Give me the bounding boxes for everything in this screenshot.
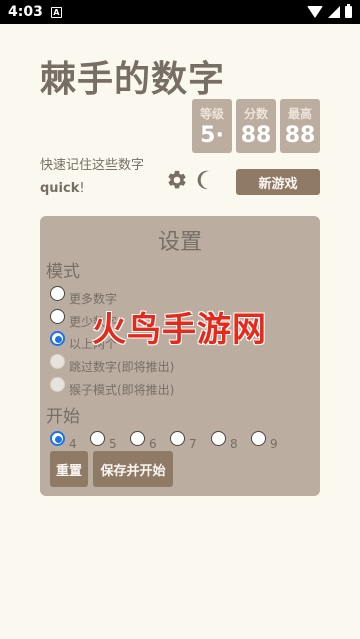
best-label: 最高 (287, 107, 312, 121)
notification-a-icon: A (50, 6, 62, 18)
settings-panel: 设置 模式 更多数字 更少数字 以上两个 跳过数字(即将推出) 猴子模式(即将推… (40, 216, 320, 496)
radio-label: 猴子模式(即将推出) (69, 383, 175, 397)
start-option-label: 8 (230, 437, 238, 451)
mode-section-label: 模式 (46, 262, 80, 282)
new-game-button[interactable]: 新游戏 (236, 169, 320, 195)
start-option-label: 7 (189, 437, 197, 451)
level-label: 等级 (199, 107, 224, 121)
score-box: 分数 88 (236, 99, 276, 153)
status-time: 4:03 (8, 4, 43, 20)
status-icons (307, 4, 352, 18)
score-value: 88 (240, 123, 272, 148)
radio-dot[interactable] (211, 431, 226, 446)
watermark-text: 火鸟手游网 (92, 310, 267, 350)
radio-dot[interactable] (50, 431, 65, 446)
reset-button[interactable]: 重置 (50, 451, 88, 487)
level-box: 等级 5· (192, 99, 232, 153)
gear-icon[interactable] (166, 169, 188, 191)
start-option-9[interactable]: 9 (251, 431, 278, 450)
radio-dot[interactable] (130, 431, 145, 446)
start-option-label: 4 (69, 437, 77, 451)
start-option-7[interactable]: 7 (170, 431, 197, 450)
start-option-4[interactable]: 4 (50, 431, 77, 450)
radio-dot[interactable] (251, 431, 266, 446)
app-title: 棘手的数字 (40, 59, 226, 100)
wifi-icon (307, 6, 323, 18)
radio-dot[interactable] (50, 286, 65, 301)
best-box: 最高 88 (280, 99, 320, 153)
radio-dot[interactable] (170, 431, 185, 446)
radio-monkey-mode: 猴子模式(即将推出) (50, 377, 174, 396)
start-option-label: 9 (270, 437, 278, 451)
start-option-8[interactable]: 8 (211, 431, 238, 450)
radio-skip-digits: 跳过数字(即将推出) (50, 354, 174, 373)
radio-more-digits[interactable]: 更多数字 (50, 286, 117, 305)
mode-indicator: quick! (40, 181, 85, 196)
level-value: 5· (200, 123, 224, 148)
battery-icon (345, 4, 352, 18)
mode-suffix: ! (79, 181, 85, 196)
mode-text: quick (40, 181, 80, 196)
app-subtitle: 快速记住这些数字 (40, 158, 145, 173)
score-label: 分数 (243, 107, 268, 121)
moon-icon[interactable] (195, 169, 217, 191)
radio-dot[interactable] (50, 309, 65, 324)
start-option-6[interactable]: 6 (130, 431, 157, 450)
settings-title: 设置 (157, 230, 202, 255)
radio-dot[interactable] (50, 331, 65, 346)
best-value: 88 (284, 123, 316, 148)
radio-dot (50, 354, 65, 369)
radio-label: 跳过数字(即将推出) (69, 360, 175, 374)
start-option-label: 6 (149, 437, 157, 451)
start-option-label: 5 (109, 437, 117, 451)
save-and-start-button[interactable]: 保存并开始 (93, 451, 173, 487)
radio-dot (50, 377, 65, 392)
start-option-5[interactable]: 5 (90, 431, 117, 450)
start-section-label: 开始 (46, 407, 80, 427)
status-bar: 4:03 A (0, 0, 360, 24)
signal-icon (328, 6, 340, 18)
radio-dot[interactable] (90, 431, 105, 446)
